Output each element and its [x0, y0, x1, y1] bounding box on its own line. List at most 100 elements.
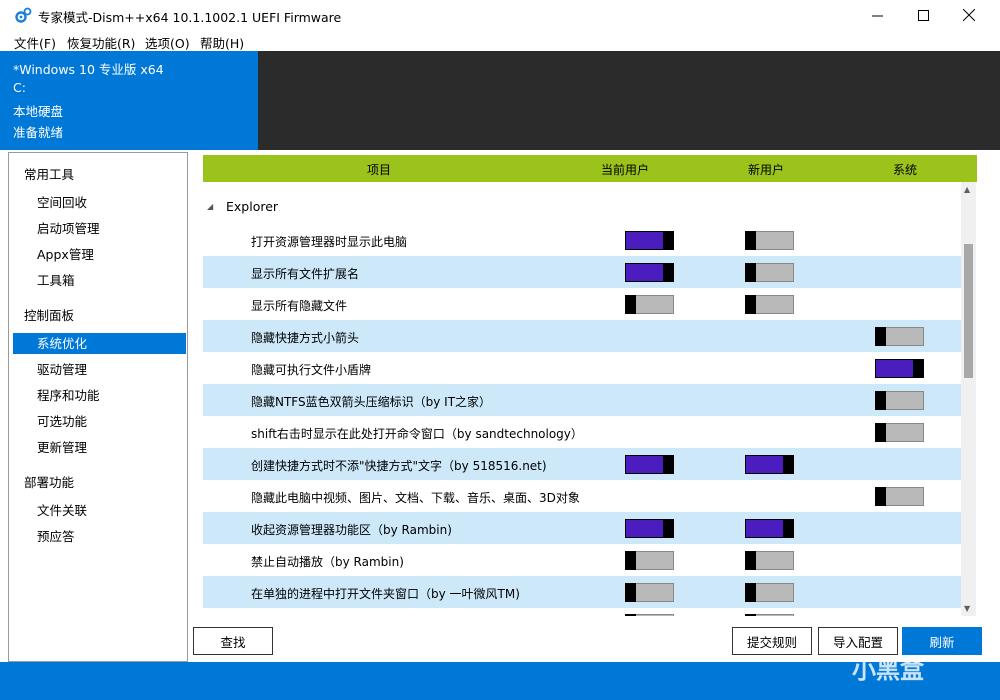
title-bar: 专家模式-Dism++x64 10.1.1002.1 UEFI Firmware: [0, 0, 1000, 30]
toggle-current-on[interactable]: [625, 455, 674, 474]
toggle-new-off[interactable]: [745, 295, 794, 314]
toggle-knob: [663, 263, 674, 282]
sidebar-item-startup[interactable]: 启动项管理: [13, 218, 186, 239]
toggle-new-off[interactable]: [745, 263, 794, 282]
col-header-new-user[interactable]: 新用户: [748, 161, 784, 178]
toggle-system-on[interactable]: [875, 359, 924, 378]
sidebar-item-programs[interactable]: 程序和功能: [13, 385, 186, 406]
table-row[interactable]: 隐藏可执行文件小盾牌: [203, 352, 961, 384]
scroll-up-icon[interactable]: ▲: [964, 185, 970, 194]
toggle-current-off[interactable]: [625, 295, 674, 314]
system-info-panel[interactable]: *Windows 10 专业版 x64 C: 本地硬盘 准备就绪: [0, 51, 258, 150]
setting-label: 隐藏可执行文件小盾牌: [251, 363, 372, 377]
setting-label: 创建快捷方式时不添"快捷方式"文字（by 518516.net): [251, 459, 547, 473]
status-text: 准备就绪: [13, 125, 64, 140]
toggle-new-on[interactable]: [745, 519, 794, 538]
toggle-system-off[interactable]: [875, 391, 924, 410]
col-header-current-user[interactable]: 当前用户: [601, 161, 649, 178]
toggle-knob: [875, 391, 886, 410]
table-row[interactable]: 隐藏快捷方式小箭头: [203, 320, 961, 352]
minimize-icon: [871, 15, 883, 16]
maximize-button[interactable]: [900, 0, 946, 30]
table-row[interactable]: 隐藏此电脑中视频、图片、文档、下载、音乐、桌面、3D对象: [203, 480, 961, 512]
table-row[interactable]: 收起资源管理器功能区（by Rambin): [203, 512, 961, 544]
section-control-panel: 控制面板: [24, 308, 75, 323]
close-icon: [963, 9, 975, 21]
toggle-knob: [745, 263, 756, 282]
toggle-system-off[interactable]: [875, 423, 924, 442]
toggle-knob: [745, 231, 756, 250]
table-row[interactable]: shift右击时显示在此处打开命令窗口（by sandtechnology）: [203, 416, 961, 448]
toggle-current-on[interactable]: [625, 231, 674, 250]
toggle-new-on[interactable]: [745, 455, 794, 474]
toggle-new-off[interactable]: [745, 551, 794, 570]
toggle-new-off[interactable]: [745, 231, 794, 250]
setting-label: 禁止自动播放（by Rambin): [251, 555, 404, 569]
toggle-current-on[interactable]: [625, 263, 674, 282]
menu-help[interactable]: 帮助(H): [200, 33, 244, 52]
setting-label: 隐藏NTFS蓝色双箭头压缩标识（by IT之家）: [251, 395, 492, 409]
menu-bar: 文件(F) 恢复功能(R) 选项(O) 帮助(H): [0, 30, 1000, 51]
window-title: 专家模式-Dism++x64 10.1.1002.1 UEFI Firmware: [38, 10, 342, 25]
setting-label: 隐藏快捷方式小箭头: [251, 331, 360, 345]
drive-letter: C:: [13, 80, 26, 95]
vertical-scrollbar[interactable]: ▲ ▼: [961, 182, 976, 616]
maximize-icon: [917, 9, 929, 21]
group-explorer: Explorer: [226, 199, 279, 214]
col-header-item[interactable]: 项目: [367, 161, 391, 178]
gear-icon: [15, 7, 32, 23]
close-button[interactable]: [946, 0, 992, 30]
toggle-system-off[interactable]: [875, 327, 924, 346]
toggle-current-on[interactable]: [625, 519, 674, 538]
collapse-triangle-icon[interactable]: ◢: [207, 202, 213, 211]
toggle-knob: [875, 327, 886, 346]
toggle-switch[interactable]: [625, 614, 674, 616]
menu-file[interactable]: 文件(F): [14, 33, 56, 52]
sidebar-item-drivers[interactable]: 驱动管理: [13, 359, 186, 380]
setting-label: 在单独的进程中打开文件夹窗口（by 一叶微风TM): [251, 587, 520, 601]
table-row[interactable]: 打开资源管理器时显示此电脑: [203, 224, 961, 256]
find-button[interactable]: 查找: [193, 627, 273, 655]
setting-label: shift右击时显示在此处打开命令窗口（by sandtechnology）: [251, 427, 583, 441]
scroll-down-icon[interactable]: ▼: [964, 604, 970, 613]
table-row[interactable]: 显示所有文件扩展名: [203, 256, 961, 288]
minimize-button[interactable]: [854, 0, 900, 30]
table-row[interactable]: 显示所有隐藏文件: [203, 288, 961, 320]
toggle-knob: [625, 295, 636, 314]
sidebar-item-file-assoc[interactable]: 文件关联: [13, 500, 186, 521]
toggle-knob: [663, 455, 674, 474]
sidebar-item-toolbox[interactable]: 工具箱: [13, 270, 186, 291]
image-list-panel: [258, 51, 1000, 150]
os-name: *Windows 10 专业版 x64: [13, 62, 164, 77]
sidebar-item-optimize[interactable]: 系统优化: [13, 333, 186, 354]
table-row[interactable]: 创建快捷方式时不添"快捷方式"文字（by 518516.net): [203, 448, 961, 480]
toggle-system-off[interactable]: [875, 487, 924, 506]
clipped-row: [203, 608, 961, 616]
sidebar-item-answer-file[interactable]: 预应答: [13, 526, 186, 547]
toggle-knob: [783, 455, 794, 474]
menu-options[interactable]: 选项(O): [145, 33, 190, 52]
table-header: 项目 当前用户 新用户 系统: [203, 155, 977, 182]
table-row[interactable]: 禁止自动播放（by Rambin): [203, 544, 961, 576]
toggle-knob: [663, 519, 674, 538]
status-bar: [0, 662, 1000, 700]
sidebar-item-optional-features[interactable]: 可选功能: [13, 411, 186, 432]
toggle-current-off[interactable]: [625, 551, 674, 570]
setting-label: 隐藏此电脑中视频、图片、文档、下载、音乐、桌面、3D对象: [251, 491, 580, 505]
toggle-knob: [745, 551, 756, 570]
menu-restore[interactable]: 恢复功能(R): [67, 33, 135, 52]
toggle-new-off[interactable]: [745, 583, 794, 602]
sidebar-item-space-cleanup[interactable]: 空间回收: [13, 192, 186, 213]
toggle-knob: [663, 231, 674, 250]
scroll-thumb[interactable]: [964, 244, 973, 378]
sidebar-item-appx[interactable]: Appx管理: [13, 244, 186, 265]
submit-rule-button[interactable]: 提交规则: [732, 627, 812, 655]
table-row[interactable]: 在单独的进程中打开文件夹窗口（by 一叶微风TM): [203, 576, 961, 608]
section-common-tools: 常用工具: [24, 167, 75, 182]
sidebar-item-updates[interactable]: 更新管理: [13, 437, 186, 458]
col-header-system[interactable]: 系统: [893, 161, 917, 178]
toggle-current-off[interactable]: [625, 583, 674, 602]
toggle-switch[interactable]: [745, 614, 794, 616]
setting-label: 打开资源管理器时显示此电脑: [251, 235, 408, 249]
table-row[interactable]: 隐藏NTFS蓝色双箭头压缩标识（by IT之家）: [203, 384, 961, 416]
